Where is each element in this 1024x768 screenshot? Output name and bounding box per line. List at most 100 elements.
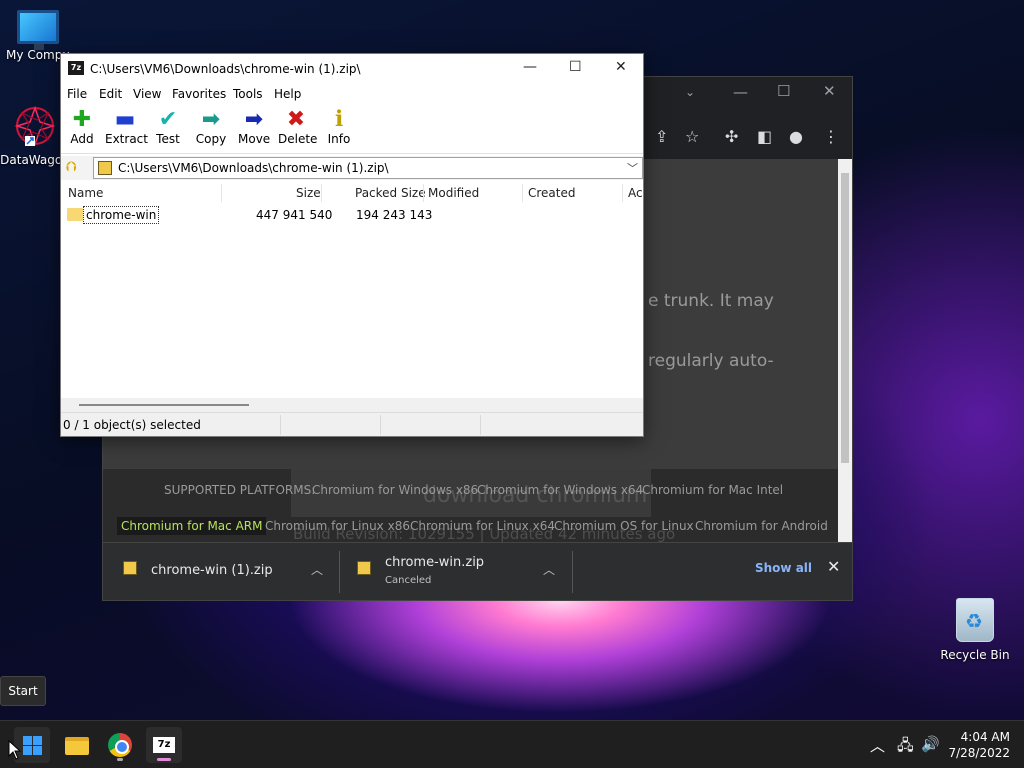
menu-favorites[interactable]: Favorites: [172, 87, 226, 101]
download-filename: chrome-win.zip: [385, 555, 485, 570]
side-panel-icon[interactable]: ◧: [757, 127, 772, 146]
monitor-icon: [17, 10, 59, 50]
star-icon[interactable]: ☆: [685, 127, 699, 146]
platforms-label: SUPPORTED PLATFORMS:: [164, 483, 316, 497]
folder-icon: [67, 208, 83, 221]
zip-file-icon: [123, 561, 137, 575]
maximize-icon[interactable]: ☐: [777, 82, 790, 100]
platform-link[interactable]: Chromium OS for Linux: [554, 519, 694, 533]
platform-link[interactable]: Chromium for Android: [695, 519, 828, 533]
column-attributes[interactable]: Ac: [628, 186, 643, 200]
chevron-up-icon[interactable]: ︿: [870, 735, 885, 756]
window-title: C:\Users\VM6\Downloads\chrome-win (1).zi…: [90, 62, 361, 76]
zip-file-icon: [98, 161, 112, 175]
copy-button[interactable]: ➡ Copy: [195, 107, 227, 147]
close-icon[interactable]: ✕: [615, 59, 627, 75]
extensions-icon[interactable]: ✣: [725, 127, 738, 146]
status-bar: 0 / 1 object(s) selected: [61, 412, 643, 436]
taskbar: 7z ︿ 🖧 🔊 4:04 AM 7/28/2022: [0, 720, 1024, 768]
close-icon[interactable]: ✕: [823, 82, 836, 100]
extract-icon: ▬: [114, 107, 136, 132]
volume-icon[interactable]: 🔊: [921, 735, 940, 753]
download-status: Canceled: [385, 575, 432, 586]
system-clock[interactable]: 4:04 AM 7/28/2022: [948, 729, 1010, 761]
file-size: 447 941 540: [256, 208, 333, 222]
download-item[interactable]: chrome-win (1).zip ︿: [123, 543, 333, 601]
taskbar-file-explorer[interactable]: [59, 727, 95, 763]
delete-button[interactable]: ✖ Delete: [278, 108, 317, 147]
network-icon[interactable]: 🖧: [897, 735, 914, 760]
page-scrollbar[interactable]: [838, 159, 852, 542]
minimize-icon[interactable]: —: [523, 59, 537, 75]
column-name[interactable]: Name: [68, 186, 103, 200]
status-text: 0 / 1 object(s) selected: [63, 418, 201, 432]
chevron-up-icon[interactable]: ︿: [311, 561, 323, 578]
menu-help[interactable]: Help: [274, 87, 301, 101]
platform-link[interactable]: Chromium for Linux x86: [265, 519, 410, 533]
extract-button[interactable]: ▬ Extract: [105, 107, 148, 147]
chrome-icon: [108, 733, 132, 757]
test-button[interactable]: ✔ Test: [155, 108, 181, 147]
profile-icon[interactable]: ●: [789, 127, 803, 146]
share-icon[interactable]: ⇪: [655, 127, 668, 146]
desktop-icon-recycle-bin[interactable]: ♻ Recycle Bin: [940, 598, 1010, 662]
sevenzip-titlebar: 7z C:\Users\VM6\Downloads\chrome-win (1)…: [61, 54, 643, 84]
add-icon: ✚: [72, 107, 92, 132]
file-name: chrome-win: [83, 206, 160, 224]
move-button[interactable]: ➡ Move: [238, 107, 270, 147]
horizontal-scrollbar[interactable]: [61, 398, 643, 412]
folder-icon: [65, 737, 89, 755]
move-arrow-icon: ➡: [244, 107, 264, 132]
file-packed-size: 194 243 143: [356, 208, 433, 222]
address-path: C:\Users\VM6\Downloads\chrome-win (1).zi…: [118, 161, 389, 175]
menu-tools[interactable]: Tools: [233, 87, 263, 101]
sevenzip-app-icon: 7z: [68, 61, 84, 75]
minimize-icon[interactable]: —: [733, 83, 748, 101]
menu-kebab-icon[interactable]: ⋮: [823, 127, 839, 146]
address-input[interactable]: C:\Users\VM6\Downloads\chrome-win (1).zi…: [93, 157, 643, 179]
page-text-line: e trunk. It may: [648, 291, 774, 311]
datawagon-icon: [14, 105, 56, 147]
mouse-cursor-icon: [8, 740, 22, 760]
windows-logo-icon: [23, 736, 42, 755]
sevenzip-icon: 7z: [153, 737, 175, 753]
menu-view[interactable]: View: [133, 87, 161, 101]
download-item[interactable]: chrome-win.zip Canceled ︿: [357, 543, 567, 601]
scrollbar-thumb[interactable]: [841, 173, 849, 463]
menu-bar: File Edit View Favorites Tools Help: [61, 84, 643, 104]
platform-link-active[interactable]: Chromium for Mac ARM: [117, 517, 267, 535]
clock-time: 4:04 AM: [960, 730, 1010, 744]
column-packed-size[interactable]: Packed Size: [355, 186, 426, 200]
close-download-shelf-icon[interactable]: ✕: [827, 557, 840, 576]
add-button[interactable]: ✚ Add: [69, 107, 95, 147]
platform-link[interactable]: Chromium for Windows x64: [477, 483, 643, 497]
copy-arrow-icon: ➡: [201, 107, 221, 132]
toolbar: ✚ Add ▬ Extract ✔ Test ➡ Copy ➡ Move ✖ D…: [61, 104, 643, 154]
taskbar-7zip[interactable]: 7z: [146, 727, 182, 763]
maximize-icon[interactable]: ☐: [569, 59, 582, 75]
column-created[interactable]: Created: [528, 186, 576, 200]
show-all-button[interactable]: Show all: [755, 561, 812, 575]
scrollbar-thumb[interactable]: [79, 404, 249, 406]
info-icon: ℹ: [334, 107, 344, 132]
column-modified[interactable]: Modified: [428, 186, 479, 200]
download-shelf: chrome-win (1).zip ︿ chrome-win.zip Canc…: [103, 542, 852, 600]
taskbar-chrome[interactable]: [102, 727, 138, 763]
tab-search-icon[interactable]: ⌄: [685, 85, 695, 99]
platform-link[interactable]: Chromium for Linux x64: [410, 519, 555, 533]
platform-link[interactable]: Chromium for Windows x86: [312, 483, 478, 497]
platform-link[interactable]: Chromium for Mac Intel: [642, 483, 783, 497]
clock-date: 7/28/2022: [948, 746, 1010, 760]
column-size[interactable]: Size: [296, 186, 321, 200]
chevron-up-icon[interactable]: ︿: [543, 561, 555, 578]
column-headers: Name Size Packed Size Modified Created A…: [61, 182, 643, 204]
menu-file[interactable]: File: [67, 87, 87, 101]
chevron-down-icon[interactable]: ﹀: [627, 160, 638, 176]
chrome-toolbar: ⇪ ☆ ✣ ◧ ● ⋮: [643, 121, 842, 153]
start-tooltip: Start: [0, 676, 46, 706]
menu-edit[interactable]: Edit: [99, 87, 122, 101]
info-button[interactable]: ℹ Info: [327, 107, 351, 147]
up-folder-icon[interactable]: ⮉: [66, 159, 82, 175]
table-row[interactable]: chrome-win 447 941 540 194 243 143: [61, 206, 643, 224]
zip-file-icon: [357, 561, 371, 575]
